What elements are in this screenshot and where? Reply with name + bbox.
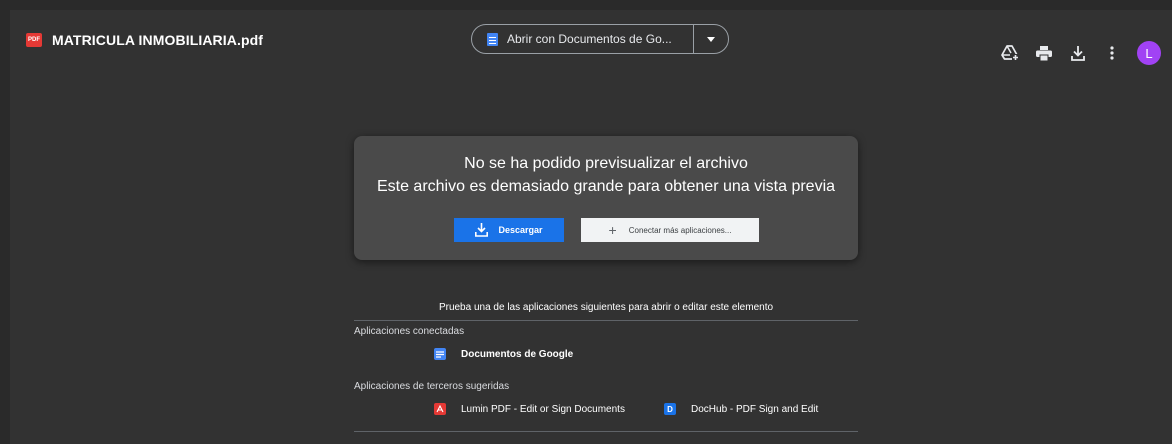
avatar[interactable]: L [1137,41,1161,65]
add-to-drive-button[interactable] [993,38,1027,68]
open-with-dropdown[interactable] [694,25,728,53]
download-button[interactable]: Descargar [454,218,564,242]
google-docs-icon [487,32,498,46]
more-options-button[interactable] [1095,38,1129,68]
print-button[interactable] [1027,38,1061,68]
viewer-frame: PDF MATRICULA INMOBILIARIA.pdf Abrir con… [10,10,1172,444]
third-party-apps-label: Aplicaciones de terceros sugeridas [354,381,510,392]
add-to-drive-icon [1001,45,1019,61]
printer-icon [1036,45,1052,61]
app-dochub[interactable]: D DocHub - PDF Sign and Edit [664,403,818,415]
card-buttons: Descargar + Conectar más aplicaciones... [454,218,759,242]
more-vert-icon [1110,46,1114,60]
preview-error-card: No se ha podido previsualizar el archivo… [354,136,858,260]
preview-error-title: No se ha podido previsualizar el archivo [464,155,748,172]
app-documentos-de-google[interactable]: Documentos de Google [434,348,573,360]
suggestions-intro: Prueba una de las aplicaciones siguiente… [438,302,774,313]
download-icon [475,223,489,237]
plus-icon: + [608,222,617,238]
connect-apps-button[interactable]: + Conectar más aplicaciones... [581,218,759,242]
download-header-button[interactable] [1061,38,1095,68]
app-name: Lumin PDF - Edit or Sign Documents [461,403,625,415]
header-actions: L [993,38,1161,68]
google-docs-icon [434,348,446,360]
open-with-main[interactable]: Abrir con Documentos de Go... [472,25,694,53]
lumin-pdf-icon [434,403,446,415]
app-name: DocHub - PDF Sign and Edit [691,403,819,415]
connected-apps-label: Aplicaciones conectadas [354,326,465,337]
open-with-button[interactable]: Abrir con Documentos de Go... [471,24,729,54]
file-name: MATRICULA INMOBILIARIA.pdf [52,32,264,48]
preview-error-subtitle: Este archivo es demasiado grande para ob… [376,178,836,195]
app-name: Documentos de Google [461,348,574,360]
open-with-label: Abrir con Documentos de Go... [507,32,672,46]
divider [354,320,858,321]
pdf-file-icon: PDF [26,33,42,47]
download-icon [1071,45,1085,61]
divider [354,431,858,432]
chevron-down-icon [707,36,715,42]
download-button-label: Descargar [498,225,543,235]
dochub-icon: D [664,403,676,415]
app-lumin-pdf[interactable]: Lumin PDF - Edit or Sign Documents [434,403,625,415]
connect-apps-label: Conectar más aplicaciones... [628,225,732,235]
file-title: PDF MATRICULA INMOBILIARIA.pdf [26,32,263,48]
